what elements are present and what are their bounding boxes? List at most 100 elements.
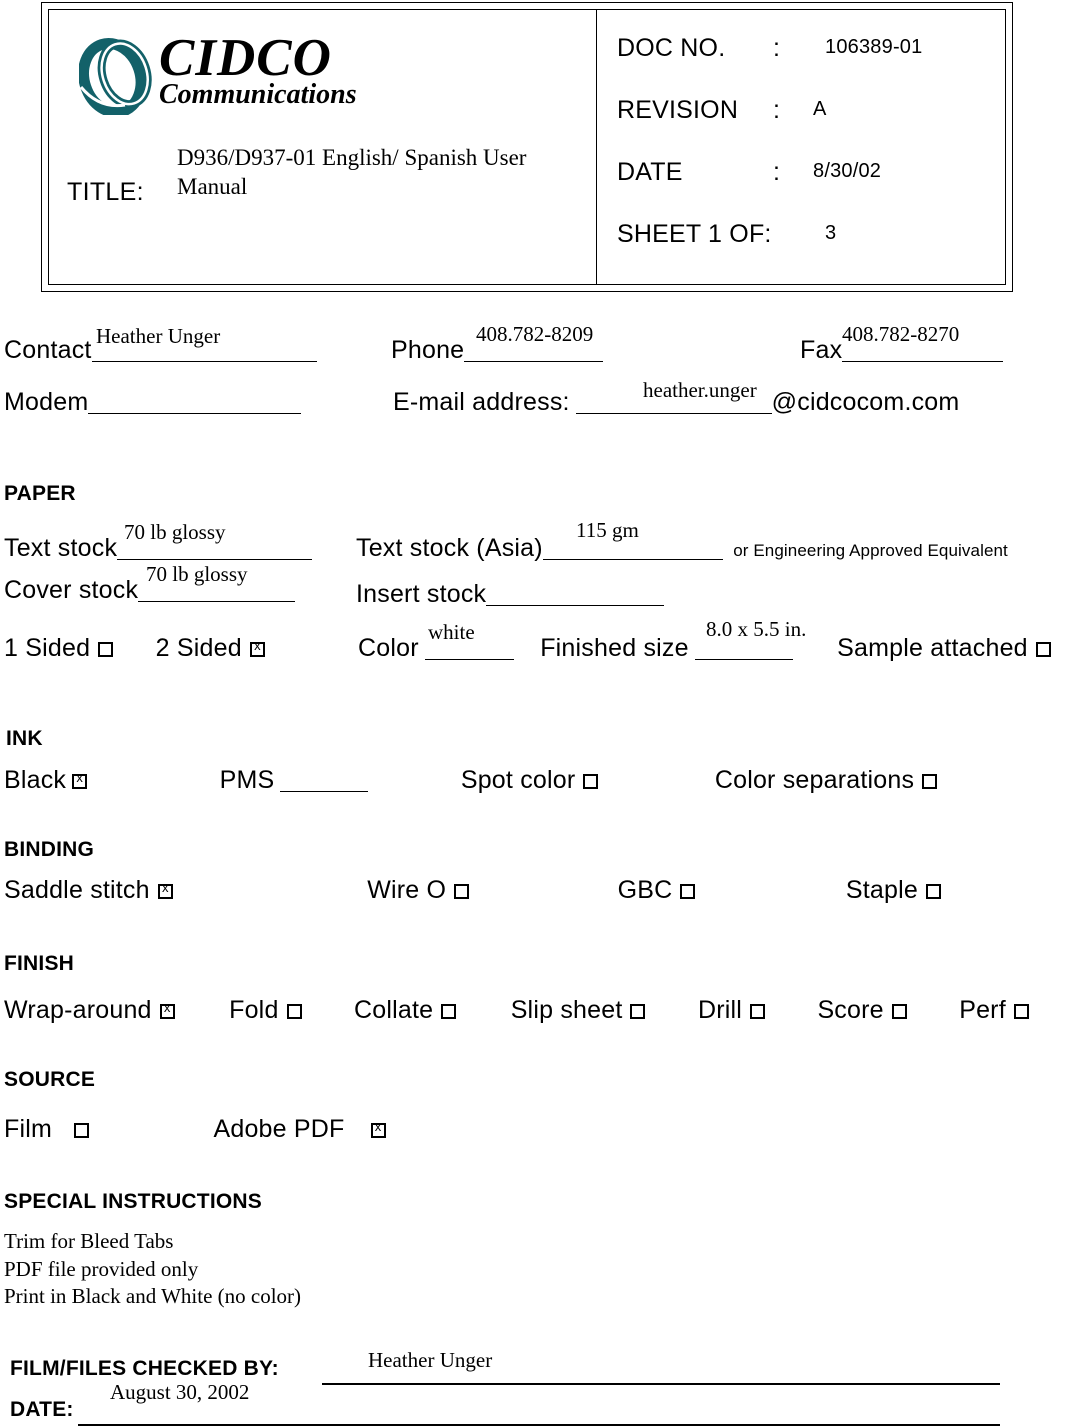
modem-input[interactable]	[88, 389, 302, 414]
date-value: 8/30/02	[813, 160, 882, 182]
title-value: D936/D937-01 English/ Spanish User Manua…	[177, 145, 527, 200]
black-checkbox[interactable]	[72, 770, 88, 789]
drill-checkbox[interactable]	[749, 1004, 765, 1019]
wire-o-checkbox[interactable]	[454, 884, 470, 899]
header-field-sheet: SHEET 1 OF: 3	[617, 220, 997, 250]
black-label: Black	[4, 766, 67, 794]
gbc-label: GBC	[617, 876, 673, 904]
special-instructions-text: Trim for Bleed Tabs PDF file provided on…	[4, 1229, 302, 1309]
color-separations-label: Color separations	[714, 766, 915, 794]
slip-sheet-label: Slip sheet	[510, 996, 623, 1024]
logo-word-communications: Communications	[159, 78, 357, 110]
sample-attached-checkbox[interactable]	[1035, 642, 1051, 657]
cover-stock-value: 70 lb glossy	[146, 562, 248, 586]
adobe-pdf-label: Adobe PDF	[213, 1115, 345, 1143]
cover-stock-row: Cover stock 70 lb glossy	[4, 562, 296, 605]
email-value: heather.unger	[643, 378, 757, 402]
one-sided-label: 1 Sided	[4, 634, 91, 662]
wire-o-label: Wire O	[367, 876, 447, 904]
pms-label: PMS	[219, 766, 275, 794]
checked-by-label: FILM/FILES CHECKED BY:	[10, 1357, 279, 1380]
section-heading-ink: INK	[6, 727, 43, 750]
film-label: Film	[4, 1115, 53, 1143]
revision-label: REVISION	[617, 96, 739, 124]
insert-stock-input[interactable]	[486, 581, 665, 606]
section-heading-special-instructions: SPECIAL INSTRUCTIONS	[4, 1190, 262, 1213]
finished-size-value: 8.0 x 5.5 in.	[706, 617, 807, 641]
saddle-stitch-label: Saddle stitch	[4, 876, 150, 904]
two-sided-checkbox[interactable]	[249, 638, 265, 657]
color-finish-row: Color Finished size Sample attached whit…	[358, 617, 1051, 663]
cover-stock-label: Cover stock	[4, 576, 139, 604]
header-field-date: DATE : 8/30/02	[617, 158, 997, 188]
spot-color-checkbox[interactable]	[583, 774, 599, 789]
pms-input[interactable]	[280, 767, 369, 792]
slip-sheet-checkbox[interactable]	[630, 1004, 646, 1019]
saddle-stitch-checkbox[interactable]	[157, 880, 173, 899]
two-sided-label: 2 Sided	[155, 634, 242, 662]
email-row: E-mail address: @cidcocom.com heather.ung…	[393, 378, 960, 417]
text-stock-value: 70 lb glossy	[124, 520, 226, 544]
header-title-cell: CIDCO Communications TITLE: D936/D937-01…	[49, 10, 597, 284]
revision-colon: :	[773, 96, 781, 124]
sided-row: 1 Sided 2 Sided	[4, 634, 265, 663]
drill-label: Drill	[697, 996, 742, 1024]
fold-checkbox[interactable]	[286, 1004, 302, 1019]
cidco-logo: CIDCO Communications	[79, 32, 479, 120]
staple-checkbox[interactable]	[925, 884, 941, 899]
gbc-checkbox[interactable]	[680, 884, 696, 899]
phone-label: Phone	[391, 336, 465, 364]
phone-row: Phone 408.782-8209	[391, 322, 604, 365]
fax-row: Fax 408.782-8270	[800, 322, 1004, 365]
date-row: DATE:	[10, 1398, 74, 1422]
modem-label: Modem	[4, 388, 89, 416]
perf-label: Perf	[959, 996, 1006, 1024]
cidco-logo-text: CIDCO Communications	[159, 32, 479, 110]
score-checkbox[interactable]	[891, 1004, 907, 1019]
phone-value: 408.782-8209	[476, 322, 594, 346]
checked-by-input[interactable]	[322, 1383, 1000, 1385]
spot-color-label: Spot color	[460, 766, 576, 794]
collate-label: Collate	[354, 996, 434, 1024]
insert-stock-row: Insert stock	[356, 580, 665, 609]
equivalent-note: or Engineering Approved Equivalent	[733, 541, 1008, 560]
sample-attached-label: Sample attached	[837, 634, 1028, 662]
color-separations-checkbox[interactable]	[922, 774, 938, 789]
perf-checkbox[interactable]	[1013, 1004, 1029, 1019]
text-stock-asia-row: Text stock (Asia) or Engineering Approve…	[356, 518, 1008, 563]
contact-row: Contact Heather Unger	[4, 324, 317, 365]
fax-label: Fax	[800, 336, 843, 364]
header-field-doc-no: DOC NO. : 106389-01	[617, 34, 997, 64]
contact-label: Contact	[4, 336, 92, 364]
title-label: TITLE:	[67, 178, 144, 206]
modem-row: Modem	[4, 388, 302, 417]
text-stock-label: Text stock	[4, 534, 118, 562]
section-heading-finish: FINISH	[4, 952, 75, 975]
fold-label: Fold	[229, 996, 279, 1024]
cidco-logo-mark-icon	[79, 37, 152, 115]
one-sided-checkbox[interactable]	[98, 642, 114, 657]
doc-no-label: DOC NO.	[617, 34, 726, 62]
doc-no-value: 106389-01	[825, 36, 923, 58]
email-domain: @cidcocom.com	[771, 388, 960, 416]
source-row: Film Adobe PDF	[4, 1115, 386, 1144]
staple-label: Staple	[845, 876, 918, 904]
adobe-pdf-checkbox[interactable]	[370, 1119, 386, 1138]
section-heading-paper: PAPER	[4, 482, 76, 505]
date-colon: :	[773, 158, 781, 186]
film-checkbox[interactable]	[74, 1123, 90, 1138]
header-field-revision: REVISION : A	[617, 96, 997, 126]
text-stock-row: Text stock 70 lb glossy	[4, 520, 313, 563]
header-table-inner: CIDCO Communications TITLE: D936/D937-01…	[48, 9, 1006, 285]
insert-stock-label: Insert stock	[356, 580, 487, 608]
signoff-date-input[interactable]	[78, 1424, 1000, 1426]
text-stock-asia-value: 115 gm	[576, 518, 639, 542]
wrap-around-checkbox[interactable]	[159, 1000, 175, 1019]
section-heading-source: SOURCE	[4, 1068, 96, 1091]
score-label: Score	[817, 996, 884, 1024]
collate-checkbox[interactable]	[441, 1004, 457, 1019]
sheet-value: 3	[825, 222, 837, 244]
revision-value: A	[813, 98, 827, 120]
binding-row: Saddle stitch Wire O GBC Staple	[4, 876, 941, 905]
header-meta-cell: DOC NO. : 106389-01 REVISION : A DATE : …	[597, 10, 1005, 284]
